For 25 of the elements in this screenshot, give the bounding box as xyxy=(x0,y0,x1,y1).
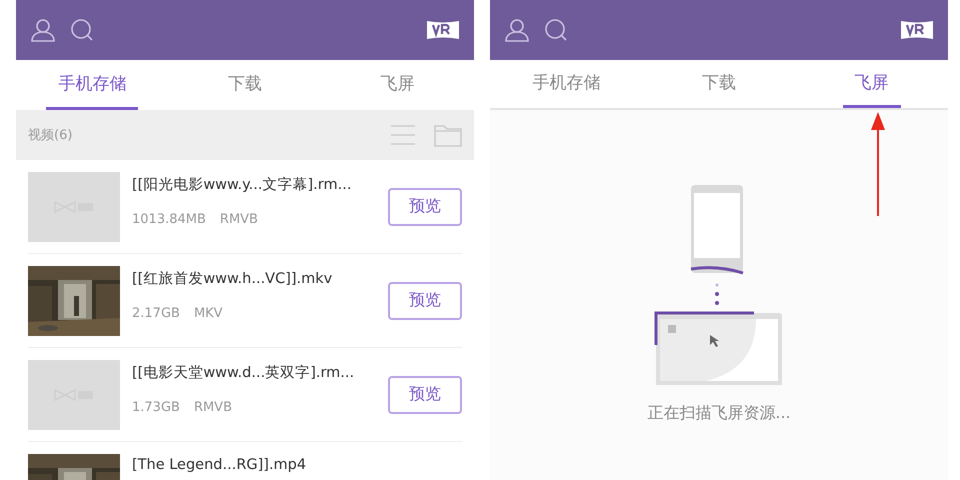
scanning-status: 正在扫描飞屏资源... xyxy=(647,403,791,424)
file-format: MKV xyxy=(194,306,223,321)
preview-button[interactable]: 预览 xyxy=(388,282,462,320)
vr-icon[interactable] xyxy=(900,19,934,41)
file-size: 2.17GB xyxy=(132,306,180,321)
file-size: 1013.84MB xyxy=(132,212,206,227)
file-size: 1.73GB xyxy=(132,400,180,415)
user-icon[interactable] xyxy=(504,17,530,43)
vr-icon[interactable] xyxy=(426,19,460,41)
tab[interactable]: 下载 xyxy=(690,60,748,108)
preview-button[interactable]: 预览 xyxy=(388,188,462,226)
search-icon[interactable] xyxy=(70,18,94,42)
file-format: RMVB xyxy=(220,212,258,227)
video-title: [[电影天堂www.d...英双字].rm... xyxy=(132,364,356,382)
search-icon[interactable] xyxy=(544,18,568,42)
video-title: [[阳光电影www.y...文字幕].rm... xyxy=(132,176,352,194)
preview-button[interactable]: 预览 xyxy=(388,376,462,414)
tab[interactable]: 手机存储 xyxy=(520,60,612,108)
tab[interactable]: 飞屏 xyxy=(368,60,427,110)
tab[interactable]: 下载 xyxy=(216,60,274,110)
user-icon[interactable] xyxy=(30,17,56,43)
section-title: 视频(6) xyxy=(28,127,72,144)
file-format: RMVB xyxy=(194,400,232,415)
video-title: [The Legend...RG]].mp4 xyxy=(132,457,308,473)
video-title: [[红旅首发www.h...VC]].mkv xyxy=(132,270,334,288)
